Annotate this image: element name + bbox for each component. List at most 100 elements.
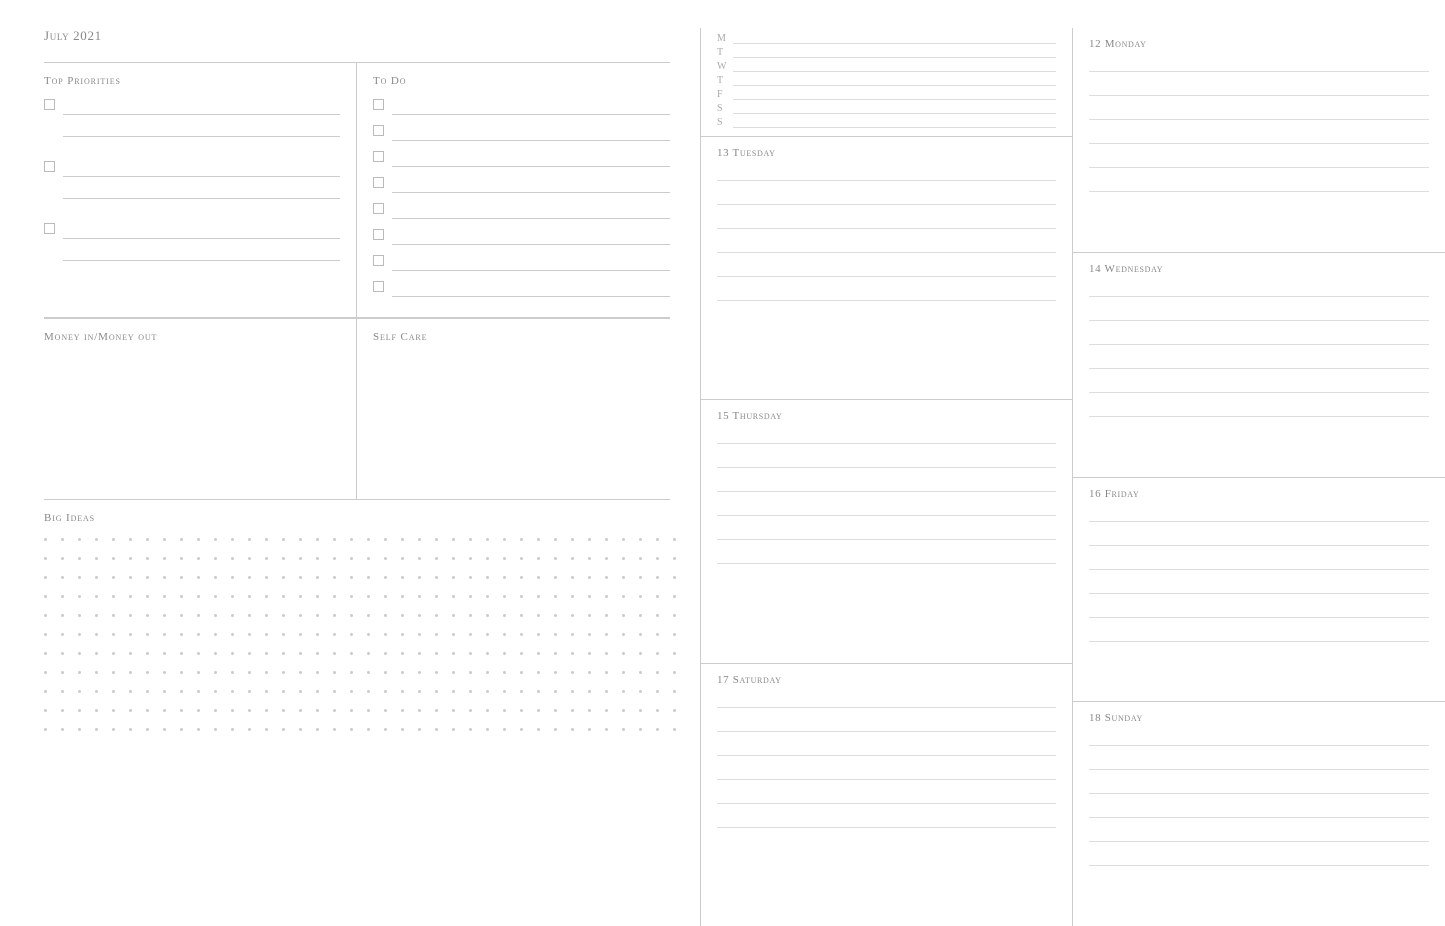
dot [316, 576, 319, 579]
todo-checkbox-7[interactable] [373, 255, 384, 266]
dot [486, 728, 489, 731]
dot [112, 538, 115, 541]
dot [639, 671, 642, 674]
dot [605, 633, 608, 636]
priority-checkbox-2[interactable] [44, 161, 55, 172]
middle-section: Money in/Money out Self Care [44, 318, 670, 499]
dot [537, 614, 540, 617]
dot [248, 652, 251, 655]
week-day-s1: S [717, 102, 1056, 114]
dot [333, 595, 336, 598]
dot [588, 538, 591, 541]
todo-item-5 [373, 201, 670, 219]
todo-checkbox-8[interactable] [373, 281, 384, 292]
dot [605, 595, 608, 598]
priority-line [63, 97, 340, 115]
dot [265, 728, 268, 731]
dot [435, 576, 438, 579]
dot [180, 709, 183, 712]
dot [452, 633, 455, 636]
dot [520, 709, 523, 712]
week-day-line [733, 60, 1056, 72]
dot [435, 690, 438, 693]
dot [435, 709, 438, 712]
dot [350, 652, 353, 655]
dot [367, 652, 370, 655]
priority-item-1 [44, 97, 340, 141]
dot [180, 538, 183, 541]
dot [350, 538, 353, 541]
priority-checkbox-1[interactable] [44, 99, 55, 110]
dot [44, 652, 47, 655]
dot [163, 633, 166, 636]
day-line [717, 287, 1056, 301]
dot [384, 557, 387, 560]
dot [197, 614, 200, 617]
dot [452, 614, 455, 617]
dot [129, 595, 132, 598]
day-line [1089, 628, 1429, 642]
todo-checkbox-3[interactable] [373, 151, 384, 162]
dot [486, 652, 489, 655]
dot [282, 595, 285, 598]
dot [588, 690, 591, 693]
dot [622, 614, 625, 617]
dot [299, 690, 302, 693]
dot [231, 576, 234, 579]
dot [520, 690, 523, 693]
dot [61, 652, 64, 655]
dot [418, 576, 421, 579]
day-line [1089, 82, 1429, 96]
day-line [717, 814, 1056, 828]
dot [61, 538, 64, 541]
dot [622, 576, 625, 579]
day-line [717, 718, 1056, 732]
dot [95, 690, 98, 693]
dot [452, 557, 455, 560]
dot [418, 709, 421, 712]
todo-item-2 [373, 123, 670, 141]
todo-checkbox-2[interactable] [373, 125, 384, 136]
dot [367, 538, 370, 541]
dot [163, 671, 166, 674]
todo-checkbox-6[interactable] [373, 229, 384, 240]
dot-row [44, 652, 670, 655]
dot [112, 557, 115, 560]
todo-checkbox-1[interactable] [373, 99, 384, 110]
todo-checkbox-4[interactable] [373, 177, 384, 188]
dot [639, 557, 642, 560]
todo-line [392, 279, 670, 297]
dot [129, 576, 132, 579]
dot [350, 614, 353, 617]
dot [673, 614, 676, 617]
dot [639, 709, 642, 712]
dot [282, 671, 285, 674]
todo-checkbox-5[interactable] [373, 203, 384, 214]
dot [146, 595, 149, 598]
week-day-line [733, 88, 1056, 100]
dot [503, 671, 506, 674]
dot [350, 728, 353, 731]
priority-item-3 [44, 221, 340, 265]
dot [197, 652, 200, 655]
week-day-m: M [717, 32, 1056, 44]
day-title-16: 16 Friday [1089, 488, 1429, 500]
dot [350, 576, 353, 579]
dot [639, 614, 642, 617]
dot [639, 690, 642, 693]
day-line [1089, 130, 1429, 144]
dot-row [44, 595, 670, 598]
day-block-17: 17 Saturday [701, 664, 1072, 926]
day-line [717, 694, 1056, 708]
priority-line [63, 221, 340, 239]
dot [44, 595, 47, 598]
dot [146, 652, 149, 655]
priority-checkbox-3[interactable] [44, 223, 55, 234]
dot [61, 728, 64, 731]
dot [605, 614, 608, 617]
dot [146, 728, 149, 731]
dot [44, 557, 47, 560]
day-line [1089, 508, 1429, 522]
todo-col: To Do [357, 63, 670, 317]
dot [146, 690, 149, 693]
